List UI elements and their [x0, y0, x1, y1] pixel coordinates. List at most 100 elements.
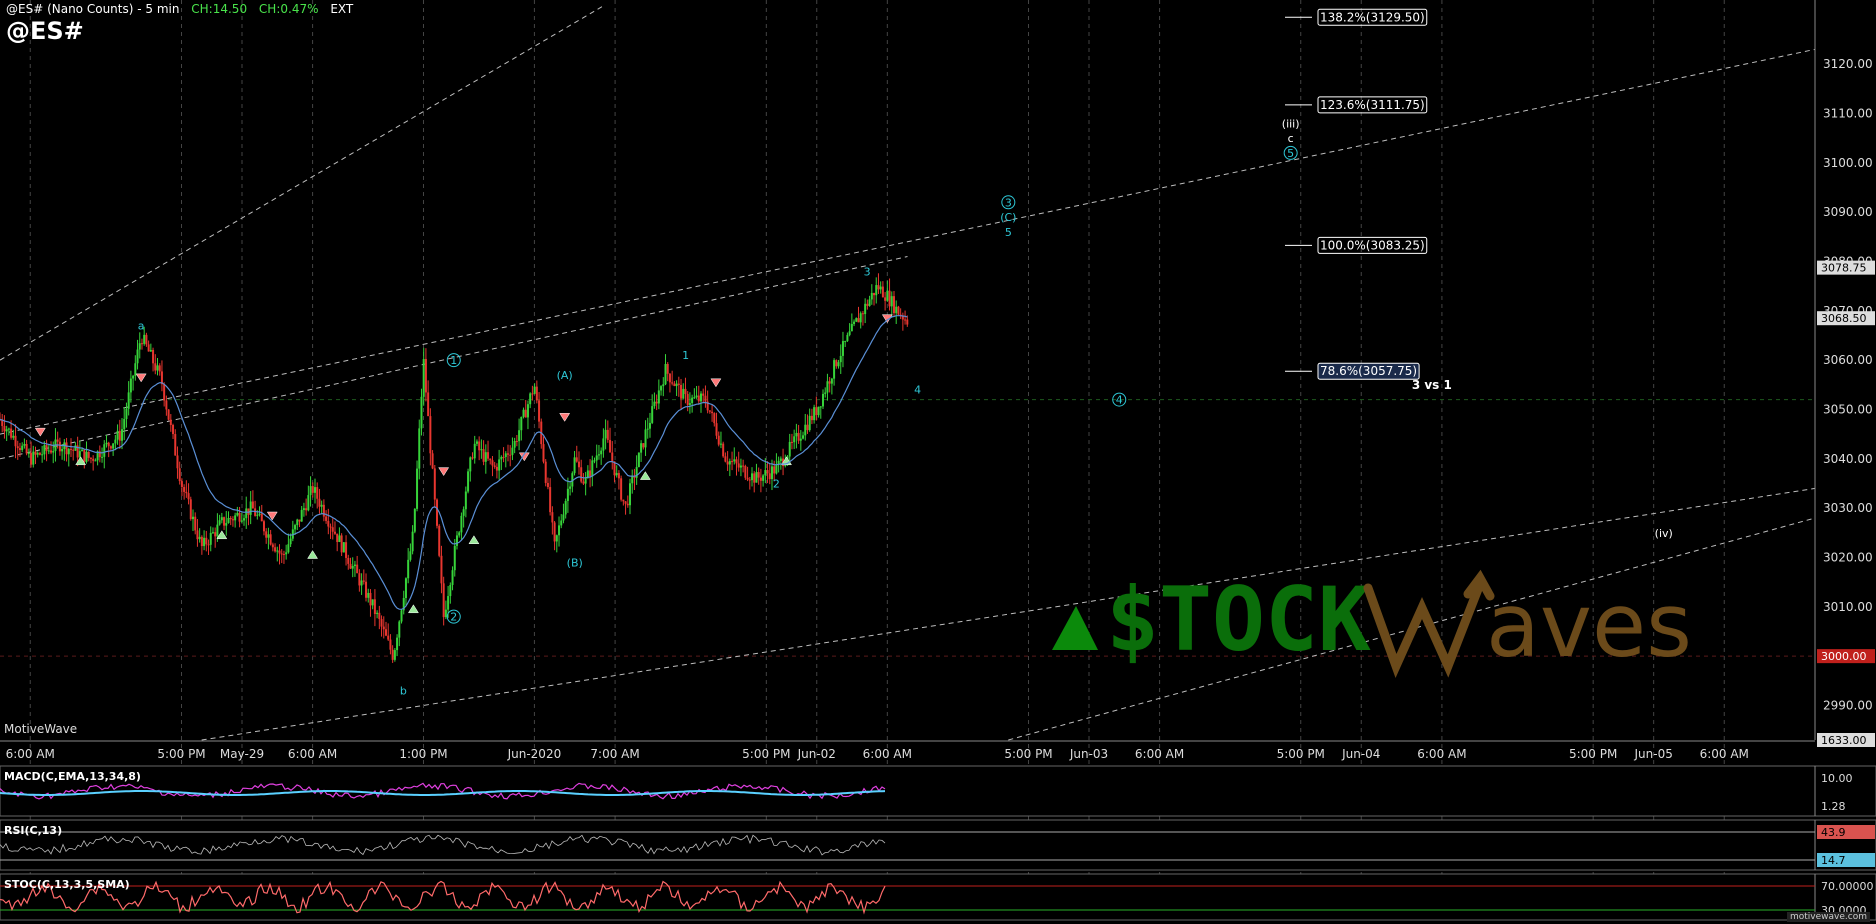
candle-body	[187, 493, 190, 500]
candle-body	[114, 439, 117, 444]
candle-body	[447, 596, 450, 610]
candle-body	[482, 449, 485, 462]
candle-body	[699, 393, 702, 402]
candle-body	[531, 393, 534, 395]
candle-body	[888, 290, 891, 307]
candle-body	[526, 404, 529, 418]
candle-body	[549, 487, 552, 513]
candle-body	[806, 424, 809, 431]
candle-body	[225, 523, 228, 526]
candle-body	[318, 498, 321, 507]
candle-body	[626, 503, 629, 506]
candle-body	[573, 457, 576, 474]
candle-body	[185, 491, 188, 494]
candle-body	[813, 407, 816, 421]
candle-body	[653, 401, 656, 407]
candle-body	[795, 432, 798, 437]
sell-signal-icon	[710, 378, 722, 388]
candle-body	[101, 456, 104, 458]
candle-body	[10, 428, 13, 438]
price-marker-label: 3078.75	[1821, 262, 1867, 275]
candle-body	[262, 521, 265, 532]
stoch-pane-label: STOC(C,13,3,5,SMA)	[4, 878, 130, 891]
candle-body	[69, 448, 72, 450]
candle-body	[234, 515, 237, 521]
candle-body	[52, 450, 55, 453]
candle-body	[642, 443, 645, 448]
buy-signal-icon	[639, 471, 651, 480]
candle-body	[58, 441, 61, 452]
candle-body	[285, 552, 288, 555]
candle-body	[751, 473, 754, 481]
candle-body	[853, 321, 856, 324]
sell-signal-icon	[881, 314, 893, 324]
candle-body	[25, 443, 28, 454]
candle-body	[287, 544, 290, 553]
candle-body	[165, 400, 168, 410]
candle-body	[50, 450, 53, 453]
macd-pane-label: MACD(C,EMA,13,34,8)	[4, 770, 141, 783]
wave-label: (iv)	[1655, 527, 1673, 540]
candle-body	[389, 639, 392, 650]
candle-body	[274, 547, 277, 552]
candle-body	[498, 459, 501, 471]
candle-body	[371, 599, 374, 606]
candle-body	[804, 424, 807, 436]
candle-body	[32, 451, 35, 465]
candle-body	[89, 457, 92, 459]
candle-body	[265, 531, 268, 538]
candle-body	[436, 499, 439, 526]
candle-body	[480, 449, 483, 451]
candle-body	[409, 551, 412, 560]
fib-label: 100.0%(3083.25)	[1320, 238, 1425, 252]
candle-body	[591, 460, 594, 477]
candle-body	[220, 517, 223, 521]
candle-body	[178, 468, 181, 482]
candle-body	[600, 450, 603, 455]
candle-body	[396, 637, 399, 651]
candle-body	[833, 360, 836, 379]
candle-body	[471, 457, 474, 459]
candle-body	[444, 609, 447, 618]
candle-body	[686, 394, 689, 405]
candle-body	[717, 435, 720, 445]
candle-body	[362, 580, 365, 582]
candle-body	[347, 557, 350, 564]
candle-body	[382, 626, 385, 630]
chart-canvas[interactable]: 138.2%(3129.50) 123.6%(3111.75) 100.0%(308…	[0, 0, 1876, 924]
fibonacci-levels[interactable]: 138.2%(3129.50) 123.6%(3111.75) 100.0%(308…	[1285, 8, 1428, 380]
candle-body	[189, 499, 192, 520]
change-points: CH:14.50	[191, 2, 248, 16]
candle-body	[236, 512, 239, 516]
price-axis[interactable]: 2990.00 3000.00 3010.00 3020.00 3030.00 3040.…	[1814, 0, 1875, 747]
candle-body	[116, 430, 119, 440]
candle-body	[835, 360, 838, 367]
candle-body	[442, 583, 445, 618]
candle-body	[655, 401, 658, 404]
time-axis[interactable]: 6:00 AM 5:00 PM May-29 6:00 AM 1:00 PM Jun-20…	[0, 740, 1815, 761]
candle-body	[868, 299, 871, 306]
price-marker-label: 3000.00	[1821, 650, 1867, 663]
candle-body	[609, 439, 612, 453]
candle-body	[542, 444, 545, 462]
fib-label: 138.2%(3129.50)	[1320, 10, 1425, 24]
time-tick-label: Jun-05	[1633, 747, 1672, 761]
candle-body	[147, 344, 150, 352]
time-tick-label: 5:00 PM	[1569, 747, 1617, 761]
candle-body	[739, 465, 742, 468]
candle-body	[691, 397, 694, 404]
candle-body	[757, 472, 760, 478]
candle-body	[859, 313, 862, 323]
time-tick-label: 6:00 AM	[1135, 747, 1184, 761]
candle-body	[815, 407, 818, 416]
candle-body	[895, 306, 898, 314]
candle-body	[302, 508, 305, 510]
candle-body	[23, 443, 26, 446]
candle-body	[624, 501, 627, 504]
logo-text-right: aves	[1486, 574, 1692, 677]
candle-body	[651, 406, 654, 423]
candle-body	[555, 535, 558, 542]
candle-body	[475, 441, 478, 444]
candle-body	[808, 415, 811, 431]
candle-body	[289, 538, 292, 545]
